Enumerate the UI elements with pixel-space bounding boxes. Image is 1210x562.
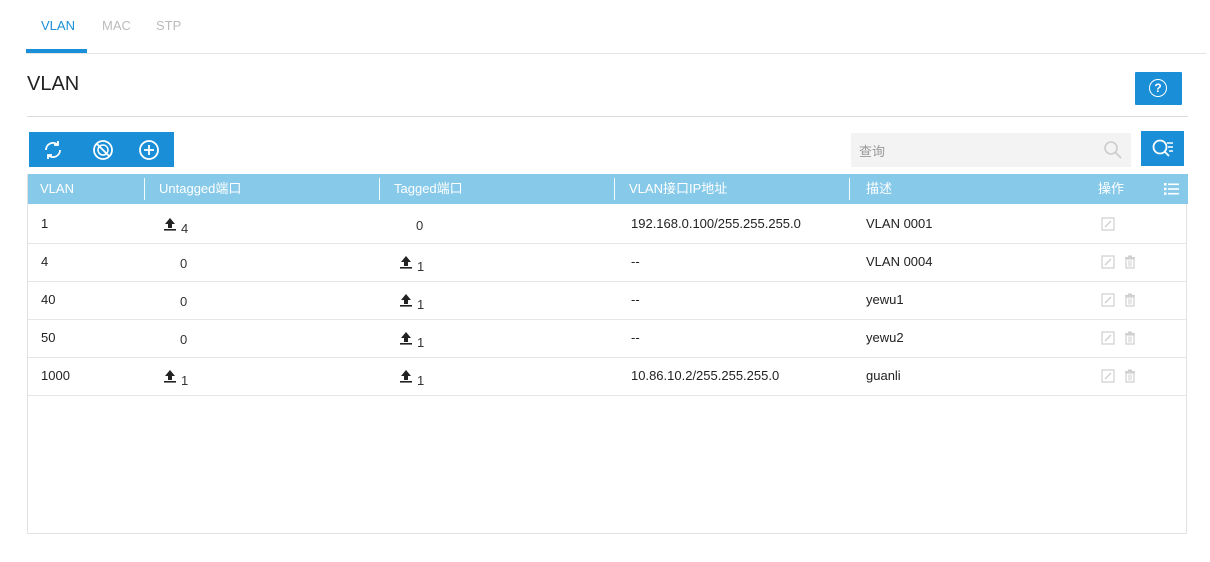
column-divider: [379, 178, 380, 200]
vlan-table: VLAN Untagged端口 Tagged端口 VLAN接口IP地址 描述 操…: [27, 174, 1188, 534]
search-box: [851, 133, 1131, 169]
disable-icon[interactable]: [91, 138, 115, 162]
port-count: 1: [417, 259, 425, 274]
edit-icon[interactable]: [1101, 293, 1115, 312]
upload-icon: [400, 370, 412, 383]
port-count: 0: [180, 256, 188, 271]
column-divider: [614, 178, 615, 200]
table-toolbar: [29, 132, 174, 167]
cell-vlan: 4: [41, 254, 49, 269]
tab-vlan[interactable]: VLAN: [41, 18, 75, 33]
cell-ip: 10.86.10.2/255.255.255.0: [631, 368, 780, 383]
delete-icon[interactable]: [1123, 369, 1137, 388]
cell-ip: 192.168.0.100/255.255.255.0: [631, 216, 801, 231]
port-count: 1: [417, 373, 425, 388]
upload-icon: [164, 218, 176, 231]
port-count: 0: [416, 218, 424, 233]
search-icon[interactable]: [1103, 140, 1123, 160]
col-actions: 操作: [1098, 181, 1125, 196]
cell-ip: --: [631, 254, 640, 269]
upload-icon: [400, 256, 412, 269]
top-tabs: VLAN MAC STP: [26, 0, 1206, 54]
port-count: 0: [180, 332, 188, 347]
cell-description: VLAN 0004: [866, 254, 933, 269]
active-tab-indicator: [26, 49, 87, 53]
table-row[interactable]: 1000 1 1 10.86.10.2/255.255.255.0 guanli: [28, 357, 1186, 396]
cell-description: guanli: [866, 368, 901, 383]
delete-icon[interactable]: [1123, 255, 1137, 274]
edit-icon[interactable]: [1101, 217, 1115, 236]
add-icon[interactable]: [137, 138, 161, 162]
edit-icon[interactable]: [1101, 369, 1115, 388]
cell-description: yewu2: [866, 330, 904, 345]
upload-icon: [400, 332, 412, 345]
column-divider: [849, 178, 850, 200]
cell-vlan: 1: [41, 216, 49, 231]
table-row[interactable]: 50 0 1 -- yewu2: [28, 319, 1186, 358]
column-divider: [144, 178, 145, 200]
delete-icon[interactable]: [1123, 331, 1137, 350]
table-row[interactable]: 1 4 0 192.168.0.100/255.255.255.0 VLAN 0001: [28, 205, 1186, 244]
port-count: 0: [180, 294, 188, 309]
port-count: 1: [417, 335, 425, 350]
advanced-search-button[interactable]: [1141, 131, 1184, 166]
cell-vlan: 50: [41, 330, 56, 345]
delete-icon[interactable]: [1123, 293, 1137, 312]
port-count: 4: [181, 221, 189, 236]
refresh-icon[interactable]: [41, 138, 65, 162]
col-ip[interactable]: VLAN接口IP地址: [629, 174, 727, 204]
table-header: VLAN Untagged端口 Tagged端口 VLAN接口IP地址 描述 操…: [28, 174, 1188, 204]
cell-vlan: 1000: [41, 368, 70, 383]
cell-description: yewu1: [866, 292, 904, 307]
advanced-search-icon: [1152, 139, 1173, 157]
table-row[interactable]: 4 0 1 -- VLAN 0004: [28, 243, 1186, 282]
cell-ip: --: [631, 292, 640, 307]
page-title: VLAN: [27, 73, 80, 95]
edit-icon[interactable]: [1101, 255, 1115, 274]
help-icon: ?: [1149, 79, 1167, 97]
cell-vlan: 40: [41, 292, 56, 307]
tab-stp[interactable]: STP: [156, 18, 181, 33]
table-row[interactable]: 40 0 1 -- yewu1: [28, 281, 1186, 320]
search-input[interactable]: [851, 133, 1101, 169]
port-count: 1: [181, 373, 189, 388]
upload-icon: [400, 294, 412, 307]
col-vlan[interactable]: VLAN: [40, 174, 74, 204]
help-button[interactable]: ?: [1135, 72, 1182, 105]
title-divider: [27, 116, 1188, 117]
upload-icon: [164, 370, 176, 383]
col-tagged[interactable]: Tagged端口: [394, 174, 463, 204]
cell-description: VLAN 0001: [866, 216, 933, 231]
col-untagged[interactable]: Untagged端口: [159, 174, 241, 204]
edit-icon[interactable]: [1101, 331, 1115, 350]
port-count: 1: [417, 297, 425, 312]
tab-mac[interactable]: MAC: [102, 18, 131, 33]
cell-ip: --: [631, 330, 640, 345]
col-description[interactable]: 描述: [866, 174, 892, 204]
column-settings-icon[interactable]: [1164, 183, 1179, 195]
